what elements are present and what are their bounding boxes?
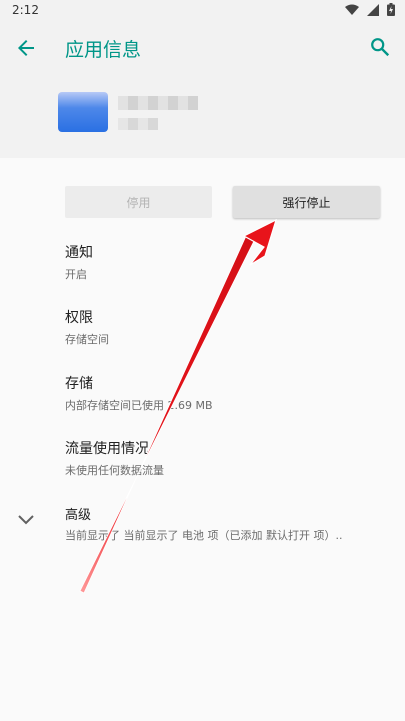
chevron-down-icon[interactable] [16, 513, 36, 527]
status-bar: 2:12 [0, 0, 405, 22]
list-item-storage[interactable]: 存储 内部存储空间已使用 2.69 MB [65, 373, 213, 413]
disable-button[interactable]: 停用 [65, 186, 212, 218]
list-item-advanced[interactable]: 高级 当前显示了 当前显示了 电池 项（已添加 默认打开 项）.. [65, 504, 342, 543]
app-header: 应用信息 [0, 22, 405, 158]
item-subtitle: 开启 [65, 268, 87, 281]
item-subtitle: 存储空间 [65, 333, 109, 346]
signal-icon [367, 3, 379, 16]
back-arrow-icon[interactable] [14, 36, 38, 60]
app-name-blurred [118, 96, 198, 110]
item-title: 存储 [65, 376, 93, 392]
item-title: 通知 [65, 245, 93, 261]
status-icons [345, 3, 395, 16]
item-title: 高级 [65, 508, 92, 523]
list-item-data-usage[interactable]: 流量使用情况 未使用任何数据流量 [65, 438, 164, 478]
item-title: 权限 [65, 310, 93, 326]
item-subtitle: 未使用任何数据流量 [65, 464, 164, 477]
status-time: 2:12 [12, 3, 39, 17]
search-icon[interactable] [369, 36, 391, 58]
force-stop-button[interactable]: 强行停止 [233, 186, 380, 218]
item-subtitle: 当前显示了 当前显示了 电池 项（已添加 默认打开 项）.. [65, 529, 343, 542]
page-title: 应用信息 [65, 39, 142, 61]
item-subtitle: 内部存储空间已使用 2.69 MB [65, 399, 213, 412]
list-item-permissions[interactable]: 权限 存储空间 [65, 307, 109, 347]
wifi-icon [345, 4, 359, 15]
item-title: 流量使用情况 [65, 441, 149, 457]
battery-icon [387, 3, 395, 16]
app-version-blurred [118, 118, 158, 130]
list-item-notifications[interactable]: 通知 开启 [65, 242, 93, 282]
app-icon [58, 92, 108, 132]
